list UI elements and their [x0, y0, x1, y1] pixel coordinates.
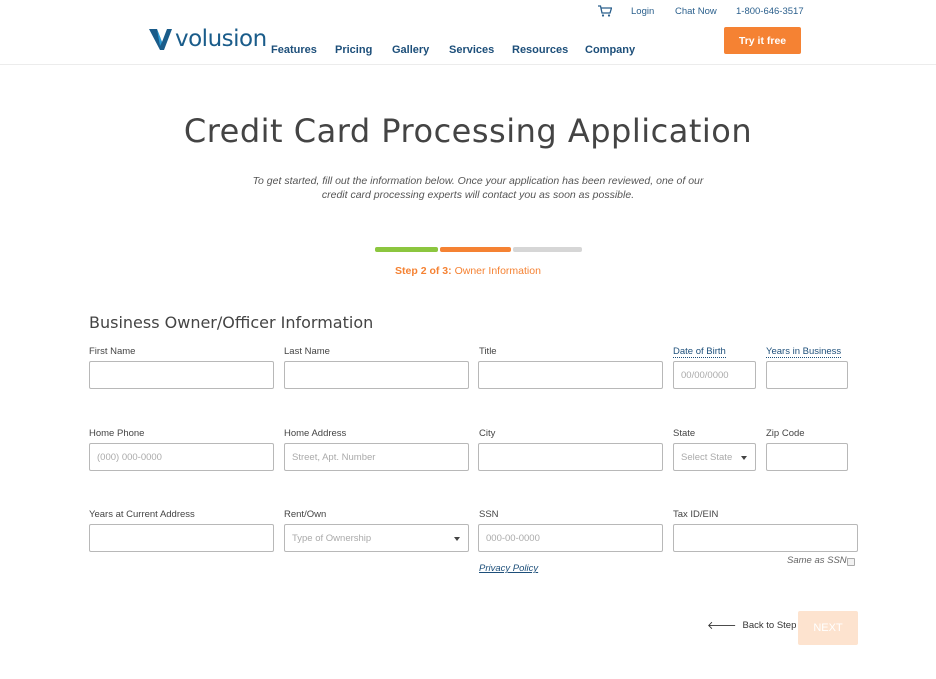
progress-step-1: [375, 247, 438, 252]
home-address-input[interactable]: Street, Apt. Number: [284, 443, 469, 471]
same-as-ssn-checkbox[interactable]: [847, 558, 855, 566]
tax-id-input[interactable]: [673, 524, 858, 552]
nav-services[interactable]: Services: [449, 44, 494, 56]
site-header: volusion Login Chat Now 1-800-646-3517 F…: [0, 0, 936, 65]
ssn-label: SSN: [479, 509, 499, 520]
volusion-v-icon: [149, 29, 172, 50]
phone-number-link[interactable]: 1-800-646-3517: [736, 6, 804, 18]
city-label: City: [479, 428, 496, 439]
title-input[interactable]: [478, 361, 663, 389]
progress-step-2: [440, 247, 511, 252]
try-it-free-button[interactable]: Try it free: [724, 27, 801, 54]
city-input[interactable]: [478, 443, 663, 471]
state-select[interactable]: Select State: [673, 443, 756, 471]
date-of-birth-label[interactable]: Date of Birth: [673, 346, 726, 358]
next-button[interactable]: NEXT: [798, 611, 858, 645]
progress-step-3: [513, 247, 582, 252]
years-in-business-input[interactable]: [766, 361, 848, 389]
nav-company[interactable]: Company: [585, 44, 635, 56]
last-name-label: Last Name: [284, 346, 330, 357]
tax-id-label: Tax ID/EIN: [673, 509, 719, 520]
back-arrow-icon: 🡐: [707, 619, 737, 632]
zip-code-input[interactable]: [766, 443, 848, 471]
home-phone-label: Home Phone: [89, 428, 145, 439]
rent-own-label: Rent/Own: [284, 509, 327, 520]
first-name-input[interactable]: [89, 361, 274, 389]
login-link[interactable]: Login: [631, 6, 654, 18]
years-in-business-label[interactable]: Years in Business: [766, 346, 842, 358]
section-title: Business Owner/Officer Information: [89, 313, 374, 332]
nav-features[interactable]: Features: [271, 44, 317, 56]
chat-now-link[interactable]: Chat Now: [675, 6, 717, 18]
intro-text: To get started, fill out the information…: [252, 175, 704, 201]
first-name-label: First Name: [89, 346, 136, 357]
back-to-step-1-link[interactable]: 🡐 Back to Step 1: [707, 620, 804, 631]
years-at-address-label: Years at Current Address: [89, 509, 195, 520]
page-title: Credit Card Processing Application: [183, 112, 753, 150]
step-prefix: Step 2 of 3:: [395, 265, 452, 277]
state-label: State: [673, 428, 696, 439]
step-indicator: Step 2 of 3: Owner Information: [0, 265, 936, 277]
date-of-birth-input[interactable]: 00/00/0000: [673, 361, 756, 389]
ssn-input[interactable]: 000-00-0000: [478, 524, 663, 552]
zip-code-label: Zip Code: [766, 428, 805, 439]
title-label: Title: [479, 346, 497, 357]
last-name-input[interactable]: [284, 361, 469, 389]
home-address-label: Home Address: [284, 428, 347, 439]
cart-icon[interactable]: [598, 5, 613, 17]
years-at-address-input[interactable]: [89, 524, 274, 552]
volusion-logo[interactable]: volusion: [148, 26, 267, 52]
home-phone-input[interactable]: (000) 000-0000: [89, 443, 274, 471]
back-label: Back to Step 1: [742, 620, 805, 631]
progress-bar: [375, 247, 582, 253]
nav-resources[interactable]: Resources: [512, 44, 568, 56]
logo-wordmark: volusion: [175, 26, 267, 52]
nav-pricing[interactable]: Pricing: [335, 44, 372, 56]
step-name: Owner Information: [454, 265, 541, 277]
privacy-policy-link[interactable]: Privacy Policy: [479, 563, 538, 574]
rent-own-select[interactable]: Type of Ownership: [284, 524, 469, 552]
nav-gallery[interactable]: Gallery: [392, 44, 429, 56]
same-as-ssn-label: Same as SSN: [787, 555, 847, 566]
